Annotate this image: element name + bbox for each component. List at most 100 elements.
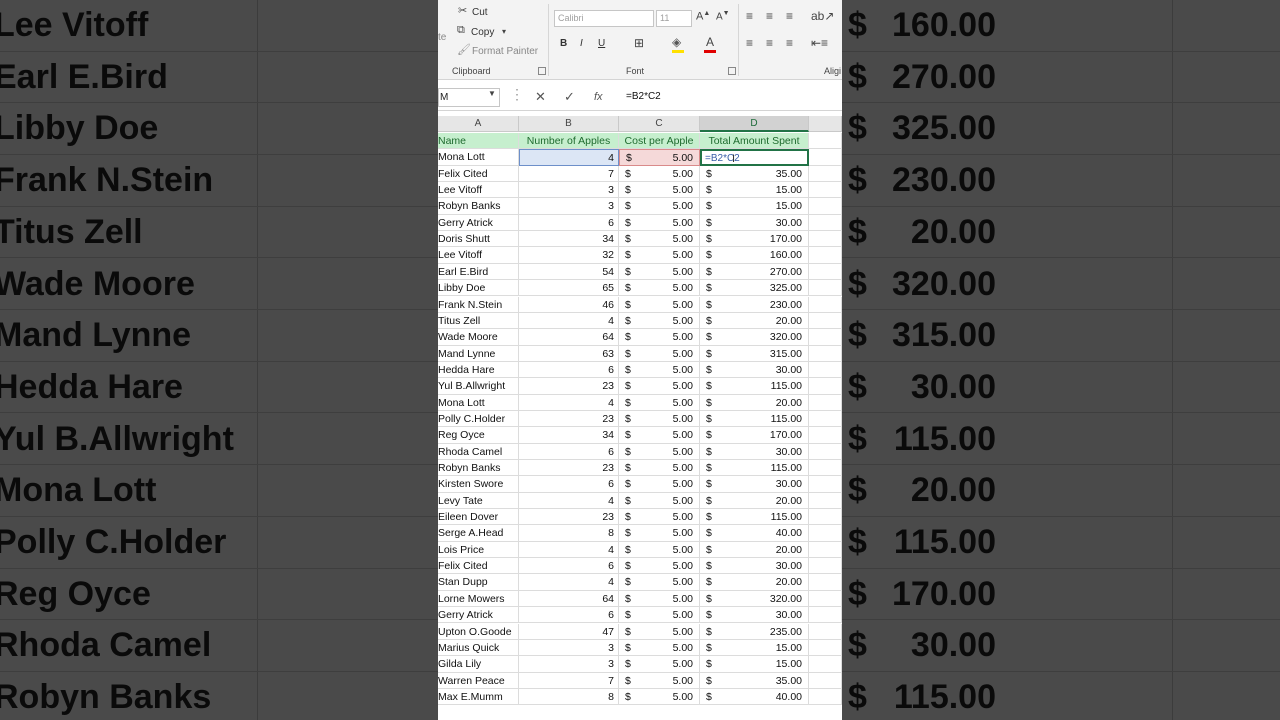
empty-cell[interactable]	[809, 263, 842, 281]
name-cell[interactable]: Rhoda Camel	[438, 443, 519, 460]
empty-cell[interactable]	[809, 394, 842, 411]
name-cell[interactable]: Eileen Dover	[438, 509, 519, 526]
total-cell[interactable]: $20.00	[700, 574, 809, 591]
align-center-icon[interactable]: ≡	[766, 36, 773, 50]
apples-cell[interactable]: 4	[519, 541, 619, 559]
total-cell[interactable]: $35.00	[700, 165, 809, 183]
empty-cell[interactable]	[809, 214, 842, 232]
name-cell[interactable]: Levy Tate	[438, 492, 519, 510]
total-cell[interactable]: $40.00	[700, 525, 809, 542]
total-cell[interactable]: $15.00	[700, 198, 809, 215]
header-apples[interactable]: Number of Apples	[519, 133, 619, 150]
empty-cell[interactable]	[809, 280, 842, 297]
apples-cell[interactable]: 4	[519, 149, 619, 166]
total-cell[interactable]: $20.00	[700, 492, 809, 510]
apples-cell[interactable]: 6	[519, 214, 619, 232]
apples-cell[interactable]: 3	[519, 182, 619, 199]
cost-cell[interactable]: $5.00	[619, 672, 700, 689]
total-cell[interactable]: $325.00	[700, 280, 809, 297]
copy-button[interactable]: Copy	[471, 27, 494, 38]
empty-cell[interactable]	[809, 378, 842, 395]
name-cell[interactable]: Gilda Lily	[438, 656, 519, 673]
total-cell[interactable]: $40.00	[700, 688, 809, 706]
name-cell[interactable]: Robyn Banks	[438, 198, 519, 215]
name-cell[interactable]: Kirsten Swore	[438, 476, 519, 493]
name-cell[interactable]: Lee Vitoff	[438, 182, 519, 199]
total-cell[interactable]: $15.00	[700, 182, 809, 199]
cost-cell[interactable]: $5.00	[619, 231, 700, 248]
enter-icon[interactable]: ✓	[564, 89, 575, 105]
cost-cell[interactable]: $5.00	[619, 198, 700, 215]
apples-cell[interactable]: 6	[519, 361, 619, 379]
empty-cell[interactable]	[809, 639, 842, 657]
name-cell[interactable]: Reg Oyce	[438, 427, 519, 444]
cost-cell[interactable]: $5.00	[619, 280, 700, 297]
apples-cell[interactable]: 7	[519, 165, 619, 183]
total-cell[interactable]: $160.00	[700, 247, 809, 264]
apples-cell[interactable]: 8	[519, 688, 619, 706]
empty-cell[interactable]	[809, 133, 842, 150]
apples-cell[interactable]: 23	[519, 509, 619, 526]
apples-cell[interactable]: 63	[519, 345, 619, 362]
name-cell[interactable]: Doris Shutt	[438, 231, 519, 248]
column-header-e[interactable]	[809, 116, 842, 132]
name-cell[interactable]: Mona Lott	[438, 394, 519, 411]
empty-cell[interactable]	[809, 165, 842, 183]
cost-cell[interactable]: $5.00	[619, 378, 700, 395]
empty-cell[interactable]	[809, 443, 842, 460]
total-cell[interactable]: $170.00	[700, 231, 809, 248]
empty-cell[interactable]	[809, 688, 842, 706]
name-cell[interactable]: Mona Lott	[438, 149, 519, 166]
active-cell[interactable]: =B2*C2 I	[700, 149, 809, 166]
empty-cell[interactable]	[809, 509, 842, 526]
cost-cell[interactable]: $5.00	[619, 329, 700, 346]
align-middle-icon[interactable]: ≡	[766, 9, 773, 23]
total-cell[interactable]: $115.00	[700, 509, 809, 526]
formula-input[interactable]: =B2*C2	[626, 91, 661, 102]
cost-cell[interactable]: $5.00	[619, 410, 700, 428]
align-left-icon[interactable]: ≡	[746, 36, 753, 50]
total-cell[interactable]: $270.00	[700, 263, 809, 281]
apples-cell[interactable]: 23	[519, 378, 619, 395]
empty-cell[interactable]	[809, 460, 842, 477]
apples-cell[interactable]: 54	[519, 263, 619, 281]
cost-cell[interactable]: $5.00	[619, 492, 700, 510]
apples-cell[interactable]: 4	[519, 394, 619, 411]
name-cell[interactable]: Hedda Hare	[438, 361, 519, 379]
empty-cell[interactable]	[809, 427, 842, 444]
format-painter-button[interactable]: Format Painter	[472, 46, 538, 57]
name-cell[interactable]: Frank N.Stein	[438, 296, 519, 313]
name-cell[interactable]: Felix Cited	[438, 558, 519, 575]
apples-cell[interactable]: 47	[519, 623, 619, 640]
apples-cell[interactable]: 6	[519, 558, 619, 575]
name-cell[interactable]: Lois Price	[438, 541, 519, 559]
name-cell[interactable]: Max E.Mumm	[438, 688, 519, 706]
total-cell[interactable]: $170.00	[700, 427, 809, 444]
column-header-a[interactable]: A	[438, 116, 519, 132]
apples-cell[interactable]: 3	[519, 639, 619, 657]
align-right-icon[interactable]: ≡	[786, 36, 793, 50]
name-cell[interactable]: Wade Moore	[438, 329, 519, 346]
empty-cell[interactable]	[809, 492, 842, 510]
cost-cell[interactable]: $5.00	[619, 623, 700, 640]
total-cell[interactable]: $115.00	[700, 378, 809, 395]
total-cell[interactable]: $315.00	[700, 345, 809, 362]
name-cell[interactable]: Serge A.Head	[438, 525, 519, 542]
empty-cell[interactable]	[809, 590, 842, 608]
empty-cell[interactable]	[809, 623, 842, 640]
total-cell[interactable]: $320.00	[700, 590, 809, 608]
empty-cell[interactable]	[809, 558, 842, 575]
cut-button[interactable]: Cut	[472, 7, 488, 18]
apples-cell[interactable]: 23	[519, 460, 619, 477]
name-cell[interactable]: Upton O.Goode	[438, 623, 519, 640]
cost-cell[interactable]: $5.00	[619, 574, 700, 591]
name-cell[interactable]: Mand Lynne	[438, 345, 519, 362]
cost-cell[interactable]: $5.00	[619, 541, 700, 559]
total-cell[interactable]: $30.00	[700, 214, 809, 232]
apples-cell[interactable]: 64	[519, 590, 619, 608]
name-cell[interactable]: Gerry Atrick	[438, 607, 519, 624]
name-cell[interactable]: Earl E.Bird	[438, 263, 519, 281]
name-cell[interactable]: Felix Cited	[438, 165, 519, 183]
apples-cell[interactable]: 3	[519, 198, 619, 215]
empty-cell[interactable]	[809, 345, 842, 362]
